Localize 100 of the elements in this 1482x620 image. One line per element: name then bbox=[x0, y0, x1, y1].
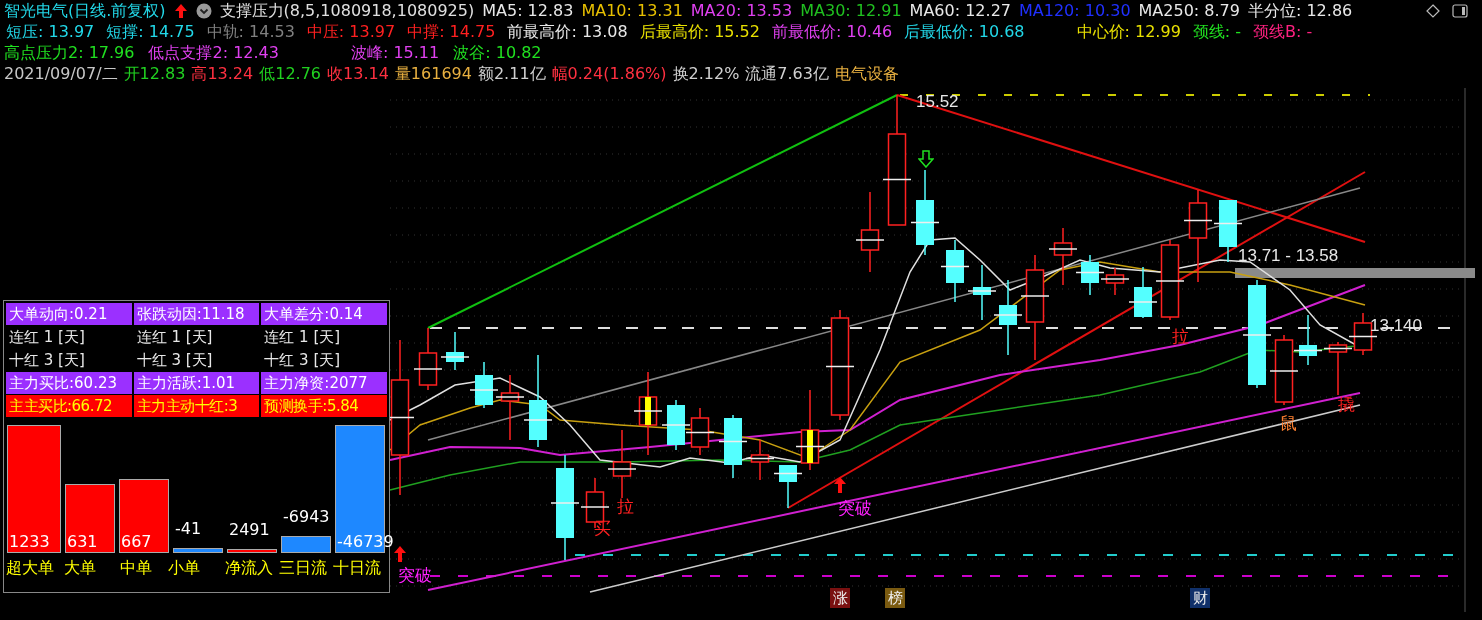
candle bbox=[973, 264, 991, 321]
ma-value: MA250: 8.79 bbox=[1138, 0, 1240, 21]
average-tick bbox=[1100, 278, 1130, 280]
average-tick bbox=[523, 419, 553, 421]
quote-value: 低12.76 bbox=[259, 63, 322, 84]
signal-label: 拉 bbox=[1172, 327, 1189, 347]
ma-value: MA10: 13.31 bbox=[581, 0, 683, 21]
category-label: 超大单 bbox=[6, 558, 55, 578]
candle bbox=[1134, 266, 1152, 319]
panel-toggle-icon[interactable] bbox=[1452, 4, 1468, 18]
stat-cell: 主力主动十红:3 bbox=[133, 395, 260, 417]
ma-value: MA60: 12.27 bbox=[909, 0, 1011, 21]
candle bbox=[1353, 312, 1373, 356]
candle bbox=[1053, 227, 1073, 286]
quote-value: 幅0.24(1.86%) bbox=[551, 63, 667, 84]
quote-value: 高13.24 bbox=[191, 63, 254, 84]
average-tick bbox=[685, 431, 715, 434]
candle bbox=[1299, 314, 1317, 366]
category-label: 净流入 bbox=[225, 558, 274, 578]
dropdown-icon[interactable] bbox=[195, 2, 212, 19]
quote-value: 2021/09/07/二 bbox=[4, 63, 118, 84]
ma-value: MA120: 10.30 bbox=[1019, 0, 1131, 21]
average-tick bbox=[855, 239, 885, 241]
ma-value: MA20: 13.53 bbox=[690, 0, 793, 21]
level-value: 中轨: 14.53 bbox=[206, 21, 295, 42]
category-label: 三日流 bbox=[279, 558, 328, 578]
stat-cell: 主力净资:2077 bbox=[261, 372, 387, 394]
level-value: 中撑: 14.75 bbox=[407, 21, 496, 42]
level-value: 颈线: - bbox=[1192, 21, 1242, 42]
level-value: 高点压力2: 17.96 bbox=[4, 42, 135, 63]
stat-cell: 张跌动因:11.18 bbox=[133, 303, 260, 325]
average-tick bbox=[940, 265, 970, 268]
average-tick bbox=[1128, 301, 1158, 303]
stat-cell: 主力买比:60.23 bbox=[6, 372, 132, 394]
level-value: 短撑: 14.75 bbox=[106, 21, 195, 42]
candle bbox=[779, 464, 797, 509]
average-tick bbox=[1242, 334, 1272, 336]
level-value: 波谷: 10.82 bbox=[453, 42, 542, 63]
price-label: 13.71 - 13.58 bbox=[1238, 246, 1339, 266]
level-value: 颈线B: - bbox=[1253, 21, 1313, 42]
candle bbox=[724, 414, 742, 479]
candle bbox=[500, 374, 520, 441]
average-tick bbox=[607, 468, 637, 470]
quote-value: 换2.12% bbox=[672, 63, 740, 84]
candle bbox=[667, 399, 685, 451]
breakout-label: 突破 bbox=[398, 566, 432, 586]
average-tick bbox=[773, 472, 803, 475]
stat-cell: 主主买比:66.72 bbox=[6, 395, 132, 417]
level-value: 波峰: 15.11 bbox=[350, 42, 440, 63]
event-tag[interactable]: 财 bbox=[1190, 588, 1210, 608]
average-tick bbox=[1075, 271, 1105, 274]
stat-cell: 主力活跃:1.01 bbox=[133, 372, 260, 394]
event-tag[interactable]: 涨 bbox=[830, 588, 850, 608]
diamond-icon[interactable] bbox=[1426, 4, 1440, 18]
candle bbox=[1274, 334, 1294, 406]
candle bbox=[1219, 199, 1237, 263]
average-tick bbox=[882, 178, 912, 181]
candle bbox=[418, 327, 438, 391]
average-tick bbox=[413, 368, 443, 370]
quote-value: 额2.11亿 bbox=[477, 63, 546, 84]
average-tick bbox=[550, 502, 580, 504]
average-tick bbox=[495, 396, 525, 398]
average-tick bbox=[469, 389, 499, 391]
average-tick bbox=[825, 365, 855, 368]
level-value: 中压: 13.97 bbox=[306, 21, 396, 42]
ma-value: MA30: 12.91 bbox=[800, 0, 902, 21]
quote-value: 收13.14 bbox=[327, 63, 389, 84]
level-value: 前最高价: 13.08 bbox=[507, 21, 628, 42]
category-label: 大单 bbox=[64, 558, 97, 578]
quote-value: 流通7.63亿 bbox=[745, 63, 829, 84]
average-tick bbox=[1269, 370, 1299, 372]
ma-value: MA5: 12.83 bbox=[482, 0, 574, 21]
average-tick bbox=[1155, 280, 1185, 282]
flow-value: -41 bbox=[175, 519, 202, 538]
event-tag[interactable]: 榜 bbox=[885, 588, 905, 608]
candle bbox=[475, 361, 493, 409]
average-tick bbox=[795, 445, 825, 448]
candle bbox=[612, 429, 632, 499]
average-tick bbox=[440, 356, 470, 358]
category-label: 十日流 bbox=[333, 558, 382, 578]
level-value: 低点支撑2: 12.43 bbox=[148, 42, 279, 63]
up-arrow-icon bbox=[833, 476, 847, 494]
candle bbox=[1105, 267, 1125, 296]
level-value: 后最低价: 10.68 bbox=[904, 21, 1025, 42]
signal-label: 拉 bbox=[617, 497, 634, 517]
quote-value: 开12.83 bbox=[123, 63, 186, 84]
signal-label: 买 bbox=[594, 519, 611, 539]
candle bbox=[690, 407, 710, 456]
level-value: 短压: 13.97 bbox=[6, 21, 95, 42]
average-tick bbox=[1348, 335, 1378, 338]
average-tick bbox=[910, 221, 940, 224]
up-arrow-icon bbox=[393, 545, 407, 563]
price-label: 15.52 bbox=[916, 92, 959, 112]
average-tick bbox=[993, 314, 1023, 316]
average-tick bbox=[967, 290, 997, 292]
level-value: 中心价: 12.99 bbox=[1076, 21, 1181, 42]
up-arrow-icon bbox=[173, 2, 188, 19]
stock-title: 智光电气(日线.前复权) bbox=[4, 0, 166, 21]
candle bbox=[750, 439, 770, 481]
average-tick bbox=[745, 457, 775, 460]
